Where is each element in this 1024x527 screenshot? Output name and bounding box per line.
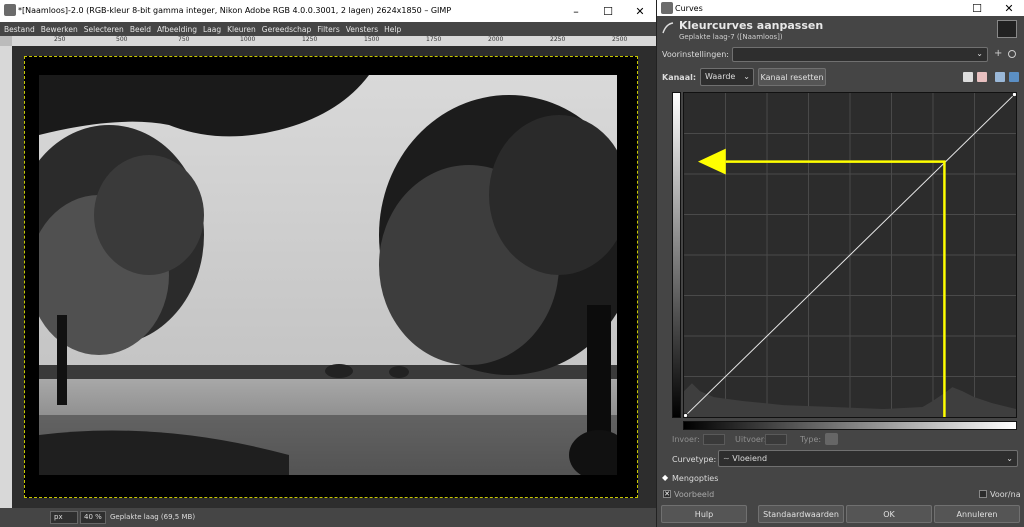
chevron-down-icon: ⌄ [1006,454,1013,463]
ruler-tick: 2500 [612,36,628,43]
minimize-button[interactable]: – [560,0,592,22]
ruler-tick: 2250 [550,36,566,43]
image-canvas[interactable] [12,46,656,508]
ruler-tick: 250 [54,36,66,43]
before-after-checkbox[interactable] [979,490,987,498]
menu-afbeelding[interactable]: Afbeelding [157,25,197,34]
dialog-heading: Kleurcurves aanpassen [679,19,824,32]
ruler-tick: 1250 [302,36,318,43]
dialog-subheading: Geplakte laag-7 ([Naamloos]) [679,33,783,41]
blend-options-expander[interactable]: Mengopties [672,474,718,483]
channel-value: Waarde [705,72,736,81]
output-label: Uitvoer: [735,435,767,444]
linear-histogram-icon[interactable] [963,72,973,82]
maximize-button[interactable]: ☐ [592,0,624,22]
unit-selector[interactable]: px [50,511,78,524]
menu-bestand[interactable]: Bestand [4,25,35,34]
ruler-tick: 1500 [364,36,380,43]
input-gradient-bar [683,421,1017,430]
log-histogram-icon[interactable] [977,72,987,82]
menu-kleuren[interactable]: Kleuren [227,25,256,34]
output-gradient-bar [672,92,681,418]
curve-point-white[interactable] [1011,92,1016,98]
linear-view-icon[interactable] [995,72,1005,82]
channel-dropdown[interactable]: Waarde ⌄ [700,68,754,86]
menu-bewerken[interactable]: Bewerken [41,25,78,34]
curves-close-button[interactable]: ✕ [993,0,1024,16]
gimp-menubar: Bestand Bewerken Selecteren Beeld Afbeel… [0,22,656,36]
zoom-selector[interactable]: 40 % [80,511,106,524]
help-button[interactable]: Hulp [661,505,747,523]
menu-filters[interactable]: Filters [317,25,339,34]
before-after-label: Voor/na [990,490,1021,499]
close-button[interactable]: ✕ [624,0,656,22]
chevron-down-icon: ⌄ [976,49,983,58]
ruler-corner[interactable] [0,36,12,46]
menu-selecteren[interactable]: Selecteren [84,25,124,34]
output-spinner[interactable] [765,434,787,445]
cancel-button[interactable]: Annuleren [934,505,1020,523]
menu-gereedschap[interactable]: Gereedschap [262,25,311,34]
image-frame [24,56,638,498]
point-type-icon[interactable] [825,433,838,445]
preview-checkbox[interactable]: ✕ [663,490,671,498]
landscape-photo [39,75,617,475]
gimp-titlebar: *[Naamloos]-2.0 (RGB-kleur 8-bit gamma i… [0,0,656,22]
type-label: Type: [800,435,822,444]
add-preset-icon[interactable]: + [994,48,1002,59]
curves-tool-icon [662,22,674,34]
defaults-button[interactable]: Standaardwaarden [758,505,844,523]
curve-graph[interactable] [683,92,1017,418]
layer-thumbnail [997,20,1017,38]
curve-type-dropdown[interactable]: ∼ Vloeiend ⌄ [718,450,1018,467]
status-bar: px 40 % Geplakte laag (69,5 MB) [0,508,656,527]
ruler-tick: 750 [178,36,190,43]
preset-menu-icon[interactable] [1008,50,1016,58]
channel-label: Kanaal: [662,73,697,82]
curves-titlebar: Curves ☐ ✕ [657,0,1024,16]
menu-vensters[interactable]: Vensters [346,25,378,34]
ruler-tick: 1000 [240,36,256,43]
curves-window-title: Curves [675,4,703,13]
ruler-tick: 2000 [488,36,504,43]
preview-label: Voorbeeld [674,490,715,499]
curves-app-icon [661,2,673,14]
ok-button[interactable]: OK [846,505,932,523]
gimp-app-icon [4,4,16,16]
layer-info: Geplakte laag (69,5 MB) [110,513,196,521]
curve-type-label: Curvetype: [672,455,717,464]
input-spinner[interactable] [703,434,725,445]
input-label: Invoer: [672,435,700,444]
presets-label: Voorinstellingen: [662,50,729,59]
expander-icon[interactable]: ◆ [662,473,668,482]
log-view-icon[interactable] [1009,72,1019,82]
presets-dropdown[interactable]: ⌄ [732,47,988,62]
annotation-line [725,160,946,417]
menu-beeld[interactable]: Beeld [130,25,151,34]
horizontal-ruler[interactable]: 250 500 750 1000 1250 1500 1750 2000 225… [12,36,656,46]
smooth-curve-icon: ∼ [723,454,730,463]
vertical-ruler[interactable] [0,46,12,508]
annotation-arrowhead [697,148,726,175]
curve-type-value: Vloeiend [732,454,768,463]
curves-maximize-button[interactable]: ☐ [961,0,993,16]
gimp-window-title: *[Naamloos]-2.0 (RGB-kleur 8-bit gamma i… [18,6,452,15]
ruler-tick: 1750 [426,36,442,43]
menu-help[interactable]: Help [384,25,401,34]
gimp-window: *[Naamloos]-2.0 (RGB-kleur 8-bit gamma i… [0,0,656,527]
ruler-tick: 500 [116,36,128,43]
reset-channel-button[interactable]: Kanaal resetten [758,68,826,86]
curve-point-black[interactable] [683,412,689,417]
curves-header: Kleurcurves aanpassen Geplakte laag-7 ([… [657,16,1024,44]
menu-laag[interactable]: Laag [203,25,221,34]
chevron-down-icon: ⌄ [743,72,750,81]
